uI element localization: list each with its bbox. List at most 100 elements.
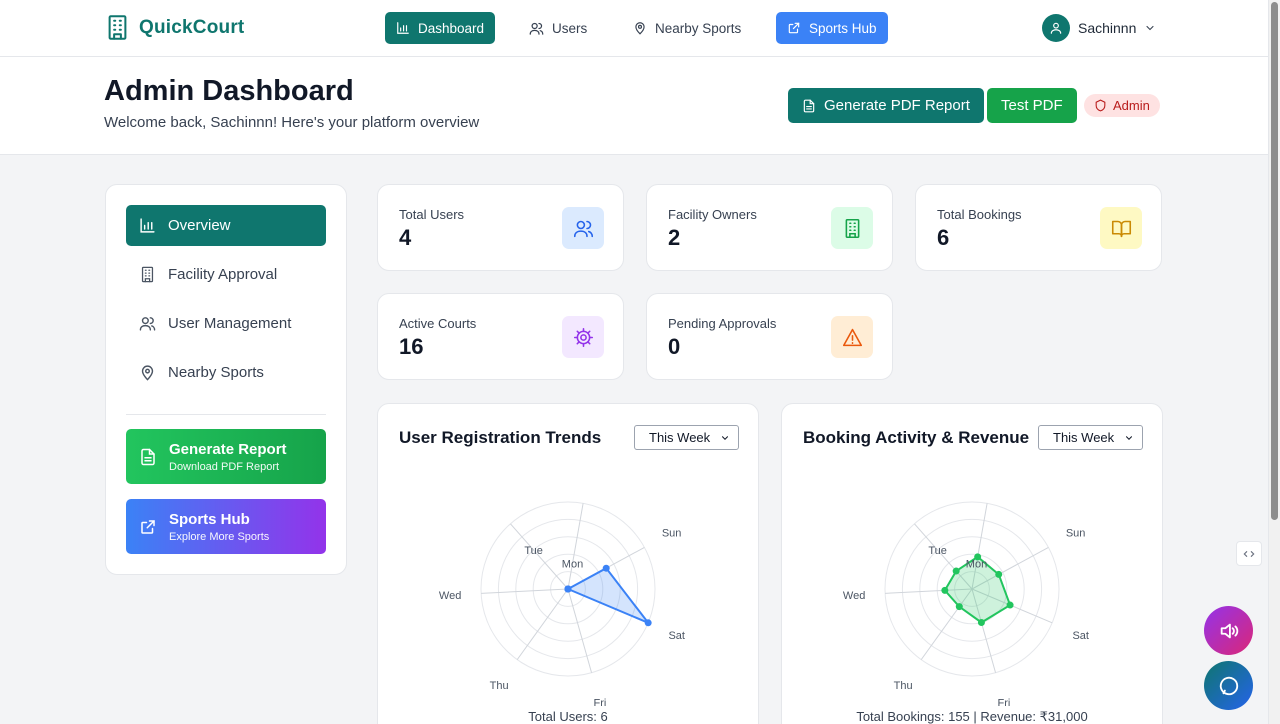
stat-card-total-users: Total Users 4 — [377, 184, 624, 271]
page-subtitle: Welcome back, Sachinnn! Here's your plat… — [104, 114, 480, 131]
external-link-icon — [788, 22, 800, 34]
sidebar-item-label: Overview — [168, 217, 231, 234]
generate-pdf-label: Generate PDF Report — [824, 97, 970, 114]
scrollbar[interactable] — [1268, 0, 1280, 724]
scrollbar-thumb[interactable] — [1271, 2, 1278, 520]
sidebar-item-label: Facility Approval — [168, 266, 278, 283]
stat-value: 0 — [668, 334, 681, 359]
audio-button[interactable] — [1204, 606, 1253, 655]
radar-spoke — [481, 588, 569, 594]
radar-point-sun — [995, 570, 1003, 578]
chart-footer: Total Bookings: 155 | Revenue: ₹31,000 — [856, 709, 1088, 724]
warning-icon — [831, 316, 873, 358]
map-pin-icon — [141, 365, 154, 381]
page-header: Admin Dashboard Welcome back, Sachinnn! … — [0, 57, 1268, 155]
radar-point-wed — [941, 586, 949, 594]
radar-axis-label-sat: Sat — [668, 630, 685, 642]
radar-axis-label-tue: Tue — [524, 545, 543, 557]
bar-chart-icon — [140, 218, 155, 233]
file-text-icon — [803, 99, 815, 112]
top-navbar: QuickCourt Dashboard Users Nearby Sports… — [0, 0, 1268, 57]
nav-users-label: Users — [552, 20, 588, 36]
building-icon — [141, 266, 154, 283]
sidebar-item-facility-approval[interactable]: Facility Approval — [126, 254, 326, 295]
radar-axis-label-mon: Mon — [562, 558, 583, 570]
chevron-down-icon — [721, 435, 729, 440]
code-icon — [1243, 550, 1255, 557]
radar-axis-label-wed: Wed — [843, 590, 865, 602]
sidebar-item-label: User Management — [168, 315, 292, 332]
stat-label: Facility Owners — [668, 207, 757, 222]
chat-icon — [1219, 676, 1238, 695]
radar-spoke — [567, 503, 584, 590]
registration-chart-panel: User Registration Trends This Week Mon Tu… — [377, 403, 759, 724]
sidebar-item-overview[interactable]: Overview — [126, 205, 326, 246]
page-title: Admin Dashboard — [104, 75, 354, 107]
external-link-icon — [141, 519, 155, 534]
sidebar-divider — [126, 414, 326, 415]
chevron-down-icon — [1146, 25, 1154, 31]
radar-axis-label-tue: Tue — [928, 545, 947, 557]
sidebar: Overview Facility Approval User Manageme… — [105, 184, 347, 575]
nav-nearby-sports[interactable]: Nearby Sports — [622, 12, 752, 44]
book-open-icon — [1100, 207, 1142, 249]
user-name: Sachinnn — [1078, 20, 1137, 36]
select-value: This Week — [649, 430, 711, 445]
radar-axis-label-fri: Fri — [998, 698, 1011, 706]
radar-point-fri — [564, 585, 572, 593]
sidebar-item-user-management[interactable]: User Management — [126, 303, 326, 344]
radar-point-tue — [952, 567, 960, 575]
chat-button[interactable] — [1204, 661, 1253, 710]
chevron-down-icon — [1125, 435, 1133, 440]
radar-axis-label-sat: Sat — [1072, 630, 1089, 642]
chart-title: Booking Activity & Revenue — [803, 428, 1030, 447]
radar-point-thu — [955, 603, 963, 611]
radar-axis-label-fri: Fri — [594, 698, 607, 706]
speaker-icon — [1220, 623, 1238, 638]
nav-users[interactable]: Users — [518, 12, 598, 44]
radar-axis-label-sun: Sun — [662, 528, 682, 540]
nav-sports-hub-label: Sports Hub — [809, 20, 877, 36]
map-pin-icon — [635, 22, 645, 35]
booking-radar-chart: Mon Tue Wed Thu Fri Sat Sun — [843, 501, 1089, 706]
registration-radar-chart: Mon Tue Wed Thu Fri Sat Sun — [439, 501, 685, 706]
gear-icon — [562, 316, 604, 358]
file-text-icon — [141, 448, 155, 465]
sports-hub-card[interactable]: Sports Hub Explore More Sports — [126, 499, 326, 554]
stat-label: Total Users — [399, 207, 465, 222]
nav-dashboard[interactable]: Dashboard — [385, 12, 496, 44]
nav-dashboard-label: Dashboard — [418, 20, 485, 36]
generate-pdf-button[interactable]: Generate PDF Report — [788, 88, 984, 123]
role-badge: Admin — [1084, 94, 1160, 117]
sports-hub-title: Sports Hub — [169, 510, 250, 528]
users-icon — [139, 317, 156, 331]
users-icon — [529, 22, 544, 35]
stat-label: Pending Approvals — [668, 316, 777, 331]
stat-card-total-bookings: Total Bookings 6 — [915, 184, 1162, 271]
stat-card-facility-owners: Facility Owners 2 — [646, 184, 893, 271]
registration-period-select[interactable]: This Week — [634, 425, 739, 450]
user-menu[interactable]: Sachinnn — [1042, 14, 1156, 42]
bar-chart-icon — [397, 22, 409, 34]
generate-report-card[interactable]: Generate Report Download PDF Report — [126, 429, 326, 484]
stat-value: 2 — [668, 225, 681, 250]
building-icon — [831, 207, 873, 249]
stat-value: 16 — [399, 334, 424, 359]
chart-title: User Registration Trends — [399, 428, 602, 447]
side-panel-tab[interactable] — [1236, 541, 1262, 566]
stat-label: Active Courts — [399, 316, 477, 331]
radar-axis-label-sun: Sun — [1066, 528, 1086, 540]
radar-axis-label-mon: Mon — [966, 558, 987, 570]
stat-card-pending-approvals: Pending Approvals 0 — [646, 293, 893, 380]
nav-sports-hub[interactable]: Sports Hub — [776, 12, 888, 44]
sidebar-item-nearby-sports[interactable]: Nearby Sports — [126, 352, 326, 393]
users-icon — [562, 207, 604, 249]
radar-point-sun — [602, 564, 610, 572]
generate-report-subtitle: Download PDF Report — [169, 460, 280, 473]
brand-logo[interactable]: QuickCourt — [104, 14, 244, 41]
test-pdf-button[interactable]: Test PDF — [987, 88, 1077, 123]
radar-axis-label-wed: Wed — [439, 590, 461, 602]
booking-period-select[interactable]: This Week — [1038, 425, 1143, 450]
radar-point-fri — [977, 618, 985, 626]
avatar — [1042, 14, 1070, 42]
